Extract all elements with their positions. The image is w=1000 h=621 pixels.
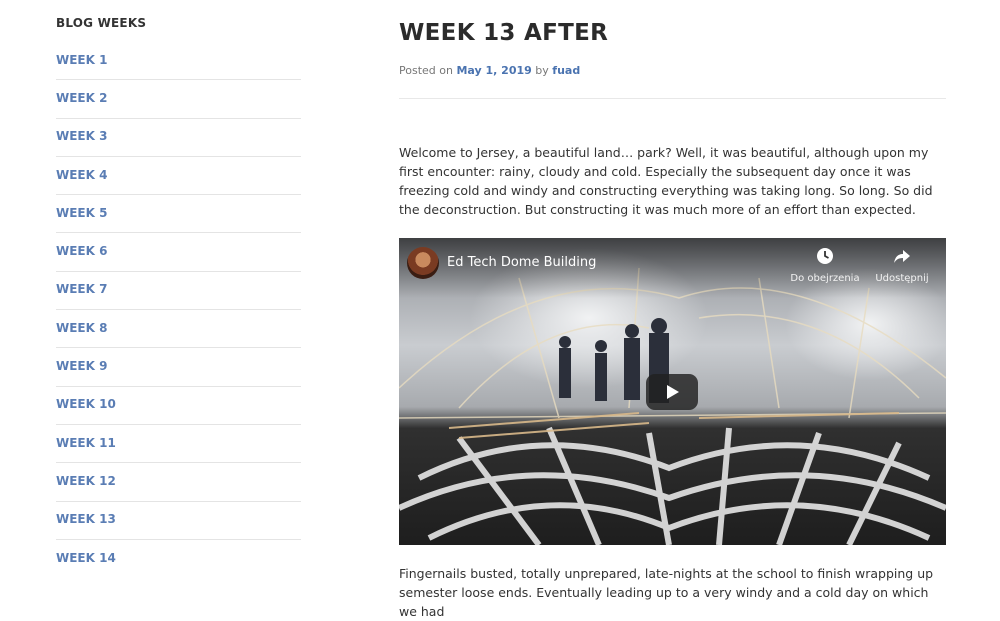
- share-arrow-icon: [894, 250, 910, 263]
- watch-later-button[interactable]: Do obejrzenia: [789, 247, 861, 284]
- week-link[interactable]: WEEK 10: [56, 397, 116, 411]
- week-link[interactable]: WEEK 14: [56, 551, 116, 565]
- post-meta: Posted on May 1, 2019 by fuad: [399, 64, 946, 78]
- week-link[interactable]: WEEK 9: [56, 359, 107, 373]
- post-paragraph-1: Welcome to Jersey, a beautiful land… par…: [399, 145, 933, 217]
- sidebar-item-week-9: WEEK 9: [56, 348, 301, 387]
- sidebar-item-week-7: WEEK 7: [56, 272, 301, 311]
- sidebar-item-week-8: WEEK 8: [56, 310, 301, 349]
- sidebar-item-week-10: WEEK 10: [56, 387, 301, 425]
- week-link[interactable]: WEEK 5: [56, 206, 107, 220]
- week-nav-list: WEEK 1 WEEK 2 WEEK 3 WEEK 4 WEEK 5 WEEK …: [56, 42, 301, 578]
- sidebar-item-week-1: WEEK 1: [56, 42, 301, 81]
- week-link[interactable]: WEEK 11: [56, 436, 116, 450]
- week-link[interactable]: WEEK 12: [56, 474, 116, 488]
- sidebar-title: BLOG WEEKS: [56, 16, 147, 30]
- watch-later-label: Do obejrzenia: [790, 273, 860, 284]
- meta-divider: [399, 98, 946, 99]
- week-link[interactable]: WEEK 13: [56, 512, 116, 526]
- channel-avatar[interactable]: [407, 247, 439, 279]
- post-title: WEEK 13 AFTER: [399, 20, 609, 46]
- week-link[interactable]: WEEK 1: [56, 53, 107, 67]
- post-date-link[interactable]: May 1, 2019: [456, 64, 531, 77]
- share-label: Udostępnij: [875, 273, 929, 284]
- sidebar-item-week-14: WEEK 14: [56, 540, 301, 578]
- week-link[interactable]: WEEK 2: [56, 91, 107, 105]
- sidebar-item-week-2: WEEK 2: [56, 80, 301, 119]
- clock-icon: [817, 248, 833, 264]
- author-link[interactable]: fuad: [552, 64, 580, 77]
- video-title[interactable]: Ed Tech Dome Building: [447, 255, 596, 270]
- sidebar-item-week-6: WEEK 6: [56, 233, 301, 272]
- week-link[interactable]: WEEK 8: [56, 321, 107, 335]
- share-button[interactable]: Udostępnij: [866, 247, 938, 284]
- sidebar-item-week-12: WEEK 12: [56, 463, 301, 502]
- week-link[interactable]: WEEK 7: [56, 282, 107, 296]
- sidebar-item-week-13: WEEK 13: [56, 502, 301, 540]
- sidebar-item-week-11: WEEK 11: [56, 425, 301, 464]
- video-embed[interactable]: Ed Tech Dome Building Do obejrzenia Udos…: [399, 238, 946, 545]
- week-link[interactable]: WEEK 3: [56, 129, 107, 143]
- by-label: by: [535, 64, 549, 77]
- week-link[interactable]: WEEK 6: [56, 244, 107, 258]
- sidebar-item-week-3: WEEK 3: [56, 119, 301, 157]
- sidebar-item-week-5: WEEK 5: [56, 195, 301, 234]
- post-paragraph-2: Fingernails busted, totally unprepared, …: [399, 566, 934, 619]
- play-icon: [667, 385, 679, 399]
- post-article: WEEK 13 AFTER Posted on May 1, 2019 by f…: [399, 0, 946, 621]
- posted-on-label: Posted on: [399, 64, 453, 77]
- sidebar-item-week-4: WEEK 4: [56, 157, 301, 196]
- play-button[interactable]: [646, 374, 698, 410]
- sidebar: BLOG WEEKS WEEK 1 WEEK 2 WEEK 3 WEEK 4 W…: [56, 0, 301, 578]
- week-link[interactable]: WEEK 4: [56, 168, 107, 182]
